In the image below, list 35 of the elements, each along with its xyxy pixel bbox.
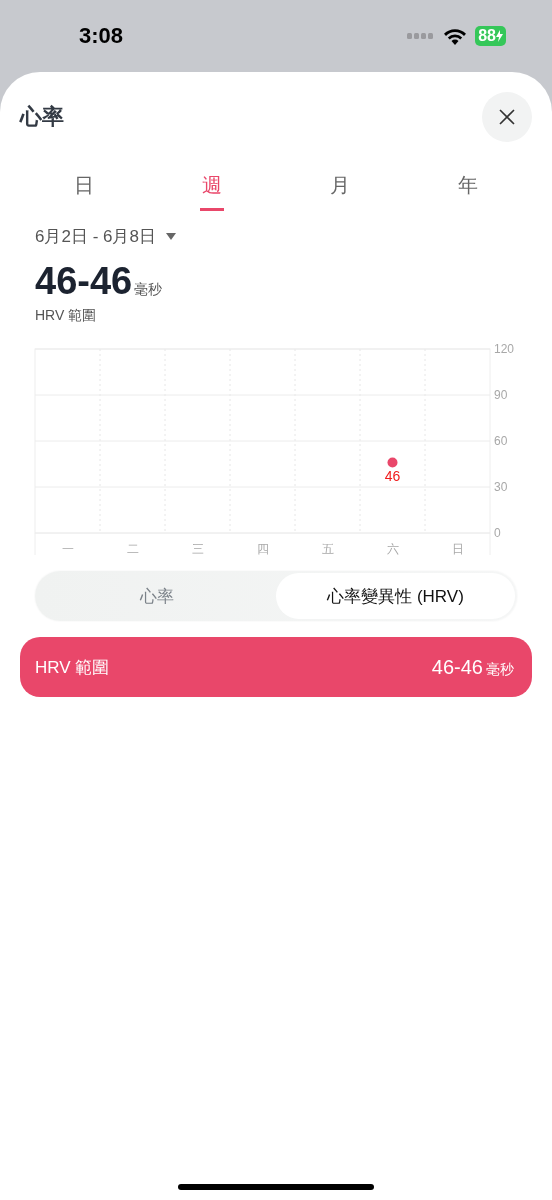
close-button[interactable] [482,92,532,142]
segment-tab[interactable]: 心率變異性 (HRV) [276,573,515,619]
sheet-title: 心率 [20,103,64,131]
signal-icon [407,33,436,39]
period-tab[interactable]: 週 [200,164,224,211]
period-tab[interactable]: 年 [448,164,488,211]
y-axis-label: 120 [494,343,515,356]
x-axis-label: 日 [451,542,464,555]
period-tab[interactable]: 日 [64,164,104,211]
data-point [387,457,398,468]
x-axis-label: 四 [256,542,269,555]
wifi-icon [443,27,468,45]
x-axis-label: 二 [126,542,139,555]
range-unit: 毫秒 [134,281,163,299]
dropdown-caret-icon[interactable] [165,233,176,240]
y-axis-label: 90 [494,388,508,402]
segment-tab[interactable]: 心率 [37,573,276,619]
y-axis-label: 30 [494,480,508,494]
y-axis-label: 0 [494,526,501,540]
range-value: 46-46 [35,260,133,303]
status-time: 3:08 [79,23,124,49]
card-unit: 毫秒 [486,660,514,679]
y-axis-label: 60 [494,434,508,448]
x-axis-label: 五 [321,542,334,555]
card-value: 46-46 [431,655,483,679]
period-tab[interactable]: 月 [320,164,360,211]
card-label: HRV 範圍 [35,656,110,679]
data-label: 46 [384,468,401,485]
date-range[interactable]: 6月2日 - 6月8日 [35,225,156,248]
x-axis-label: 三 [191,542,204,555]
range-label: HRV 範圍 [34,307,98,325]
x-axis-label: 六 [386,542,399,555]
battery-indicator: 88 [475,26,506,46]
close-icon [498,108,516,126]
x-axis-label: 一 [61,542,74,555]
